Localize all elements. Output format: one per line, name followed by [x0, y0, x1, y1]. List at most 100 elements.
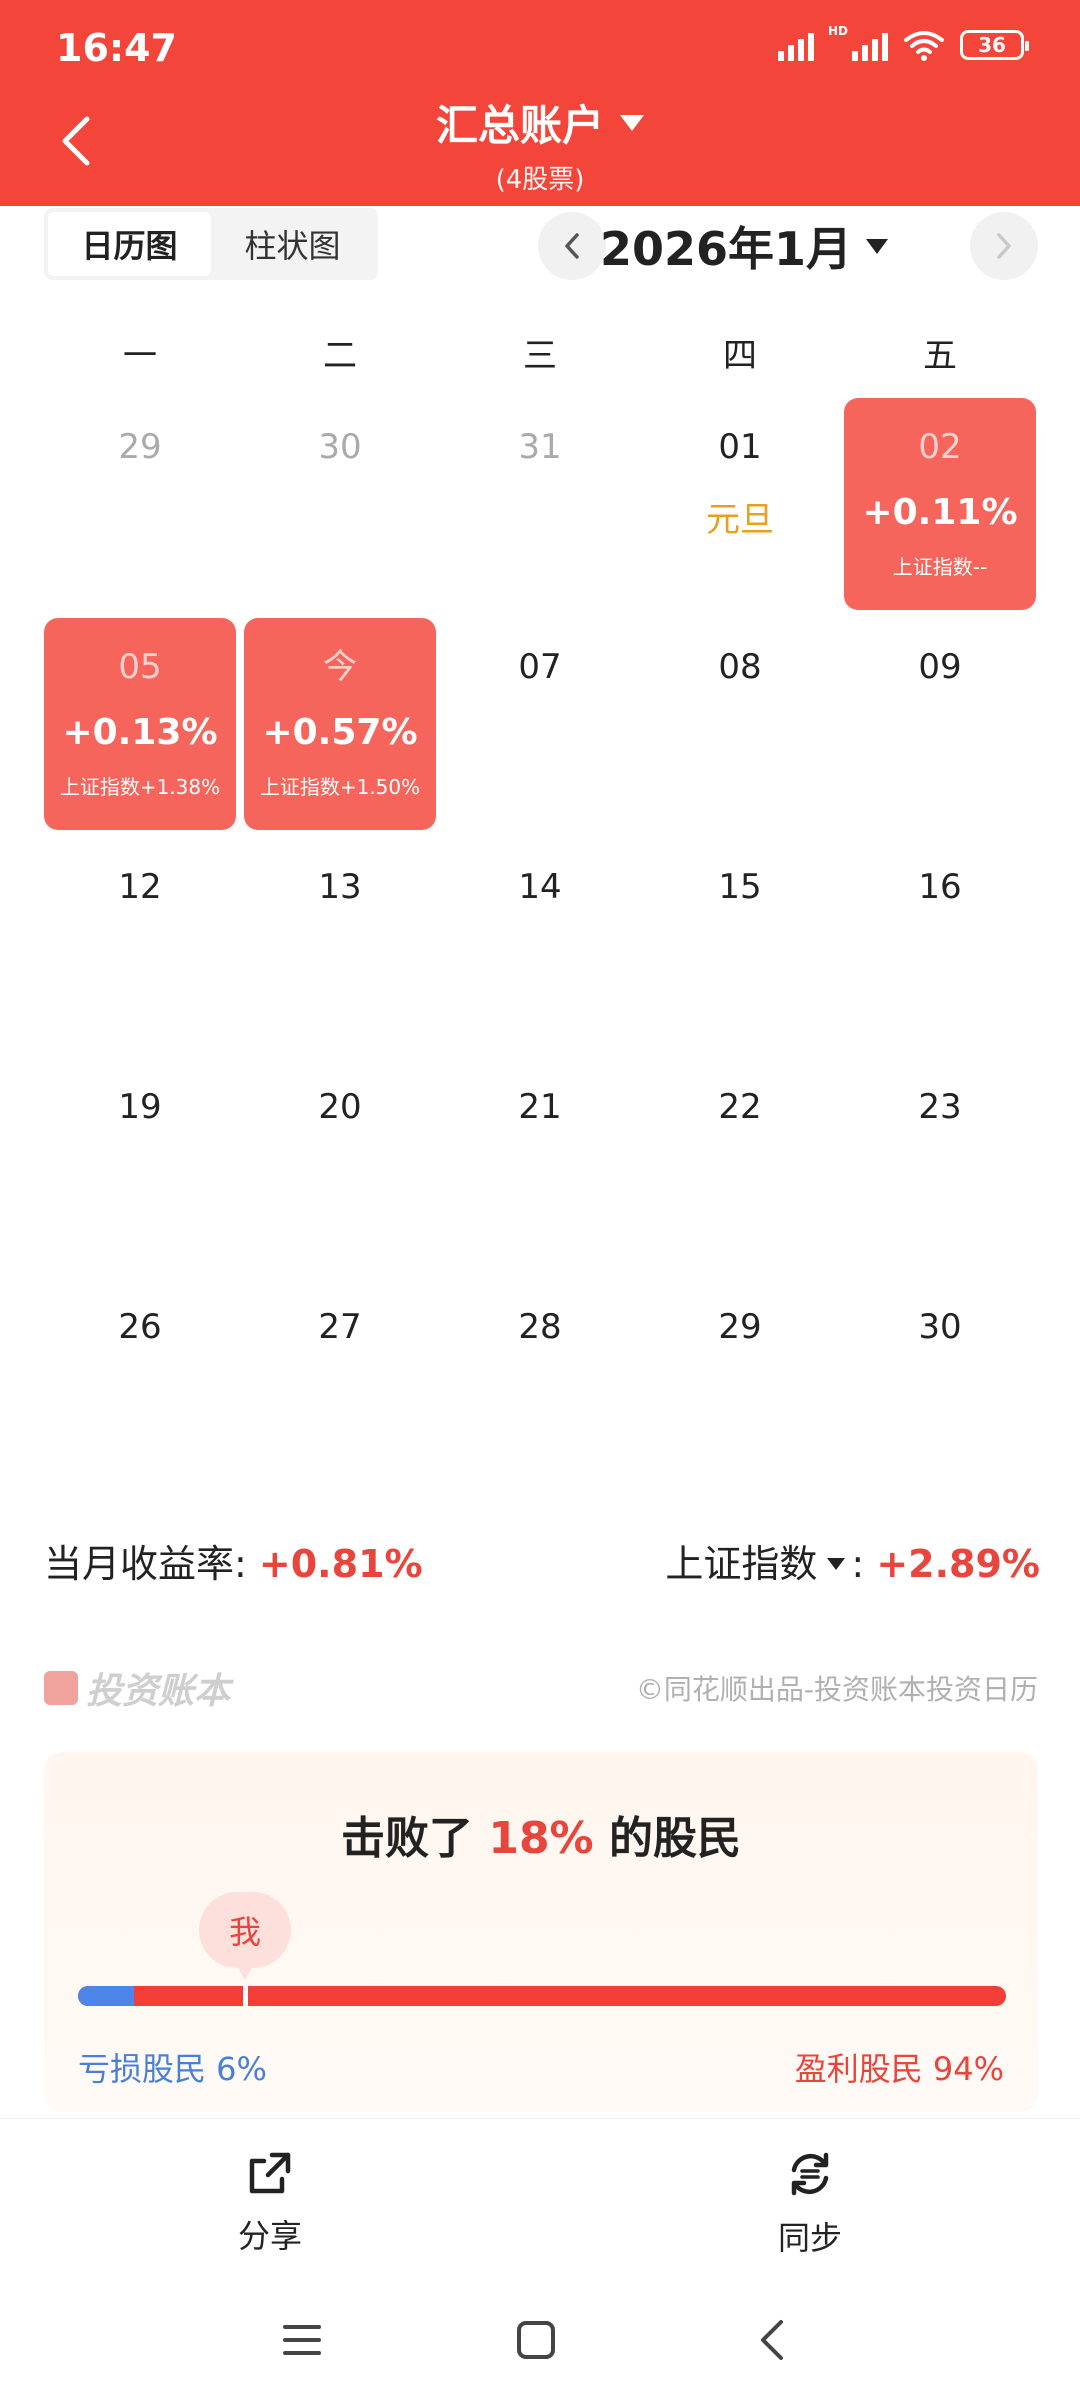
day-number: 23 — [918, 1087, 962, 1127]
calendar-day[interactable]: 22 — [640, 1054, 840, 1274]
prev-month-button[interactable] — [538, 212, 606, 280]
calendar-day-profit[interactable]: 02 +0.11% 上证指数-- — [840, 394, 1040, 614]
day-return: +0.11% — [862, 492, 1018, 533]
share-icon — [249, 2152, 291, 2194]
battery-icon: 36 — [960, 30, 1029, 60]
loss-segment — [78, 1986, 134, 2006]
day-number: 21 — [518, 1087, 562, 1127]
calendar-day[interactable]: 29 — [640, 1274, 840, 1494]
menu-icon — [283, 2325, 321, 2355]
day-number: 02 — [918, 427, 962, 467]
calendar-day[interactable]: 15 — [640, 834, 840, 1054]
share-button[interactable]: 分享 — [190, 2149, 350, 2257]
calendar-day[interactable]: 30 — [840, 1274, 1040, 1494]
signal-icon — [777, 29, 814, 61]
bottom-action-bar: 分享 同步 — [0, 2118, 1080, 2274]
tab-calendar[interactable]: 日历图 — [48, 212, 211, 276]
sync-icon — [791, 2152, 829, 2196]
day-number: 01 — [718, 427, 762, 467]
day-number: 12 — [118, 867, 162, 907]
day-number: 05 — [118, 647, 162, 687]
beat-investors-card: 击败了 18% 的股民 我 亏损股民 6% 盈利股民 94% — [44, 1752, 1038, 2112]
beat-prefix: 击败了 — [341, 1813, 473, 1864]
status-icons: HD 36 — [777, 24, 1029, 62]
ledger-icon — [44, 1671, 78, 1705]
index-selector[interactable]: 上证指数 — [665, 1542, 851, 1586]
day-number: 08 — [718, 647, 762, 687]
calendar-day[interactable]: 07 — [440, 614, 640, 834]
calendar-day[interactable]: 30 — [240, 394, 440, 614]
home-button[interactable] — [506, 2310, 566, 2370]
index-compare: 上证指数: +2.89% — [665, 1533, 1040, 1588]
month-label: 2026年1月 — [600, 222, 853, 276]
calendar-day[interactable]: 14 — [440, 834, 640, 1054]
weekday-tue: 二 — [323, 335, 357, 376]
calendar-day[interactable]: 16 — [840, 834, 1040, 1054]
day-index-change: 上证指数+1.50% — [259, 775, 421, 799]
home-square-icon — [517, 2321, 555, 2359]
calendar-day-today[interactable]: 今 +0.57% 上证指数+1.50% — [240, 614, 440, 834]
weekday-thu: 四 — [723, 335, 757, 376]
menu-button[interactable] — [272, 2310, 332, 2370]
dropdown-caret-icon — [620, 114, 644, 131]
calendar-day[interactable]: 27 — [240, 1274, 440, 1494]
weekday-fri: 五 — [923, 335, 957, 376]
sync-button[interactable]: 同步 — [730, 2149, 890, 2259]
loss-investors-label: 亏损股民 6% — [78, 2050, 267, 2088]
day-number: 29 — [118, 427, 162, 467]
page-title: 汇总账户 — [435, 101, 604, 150]
chevron-left-icon — [565, 233, 579, 259]
month-picker[interactable]: 2026年1月 — [600, 212, 889, 280]
calendar-day[interactable]: 12 — [40, 834, 240, 1054]
view-toggle: 日历图 柱状图 — [44, 208, 378, 280]
system-back-button[interactable] — [742, 2310, 802, 2370]
calendar-day[interactable]: 09 — [840, 614, 1040, 834]
calendar-day[interactable]: 20 — [240, 1054, 440, 1274]
day-index-change: 上证指数-- — [892, 555, 988, 579]
day-number: 09 — [918, 647, 962, 687]
calendar-day[interactable]: 21 — [440, 1054, 640, 1274]
tab-bar-chart[interactable]: 柱状图 — [211, 212, 374, 276]
calendar-day[interactable]: 13 — [240, 834, 440, 1054]
monthly-return: 当月收益率: +0.81% — [44, 1533, 423, 1588]
calendar-day[interactable]: 28 — [440, 1274, 640, 1494]
calendar-day[interactable]: 01 元旦 — [640, 394, 840, 614]
calendar-day-profit[interactable]: 05 +0.13% 上证指数+1.38% — [40, 614, 240, 834]
header-bar: 16:47 HD 36 汇总账户 (4股票) — [0, 0, 1080, 206]
day-number: 29 — [718, 1307, 762, 1347]
next-month-button[interactable] — [970, 212, 1038, 280]
share-label: 分享 — [237, 2217, 302, 2255]
day-number: 20 — [318, 1087, 362, 1127]
day-number: 19 — [118, 1087, 162, 1127]
calendar-day[interactable]: 29 — [40, 394, 240, 614]
calendar-grid: 一 二 三 四 五 29 30 31 01 元旦 02 +0.11% 上证指数-… — [40, 310, 1040, 1494]
index-label: 上证指数 — [665, 1541, 818, 1586]
day-number: 30 — [918, 1307, 962, 1347]
profit-investors-label: 盈利股民 94% — [794, 2050, 1004, 2088]
day-number: 28 — [518, 1307, 562, 1347]
calendar-day[interactable]: 19 — [40, 1054, 240, 1274]
day-number: 13 — [318, 867, 362, 907]
back-arrow-icon — [761, 2320, 783, 2360]
beat-title: 击败了 18% 的股民 — [44, 1802, 1038, 1866]
day-number: 15 — [718, 867, 762, 907]
monthly-return-label: 当月收益率: — [44, 1541, 247, 1586]
day-number: 27 — [318, 1307, 362, 1347]
beat-suffix: 的股民 — [608, 1813, 741, 1864]
day-number: 30 — [318, 427, 362, 467]
monthly-return-value: +0.81% — [258, 1541, 423, 1586]
day-number: 今 — [323, 647, 357, 687]
beat-percent: 18% — [488, 1813, 594, 1864]
wifi-icon — [904, 31, 944, 61]
battery-level: 36 — [978, 33, 1006, 57]
brand-logo: 投资账本 — [44, 1662, 230, 1714]
calendar-day[interactable]: 26 — [40, 1274, 240, 1494]
index-colon: : — [851, 1541, 865, 1586]
calendar-day[interactable]: 31 — [440, 394, 640, 614]
calendar-day[interactable]: 08 — [640, 614, 840, 834]
index-value: +2.89% — [876, 1541, 1040, 1586]
me-marker: 我 — [199, 1892, 291, 1980]
day-number: 31 — [518, 427, 562, 467]
calendar-day[interactable]: 23 — [840, 1054, 1040, 1274]
account-selector[interactable]: 汇总账户 (4股票) — [0, 92, 1080, 196]
